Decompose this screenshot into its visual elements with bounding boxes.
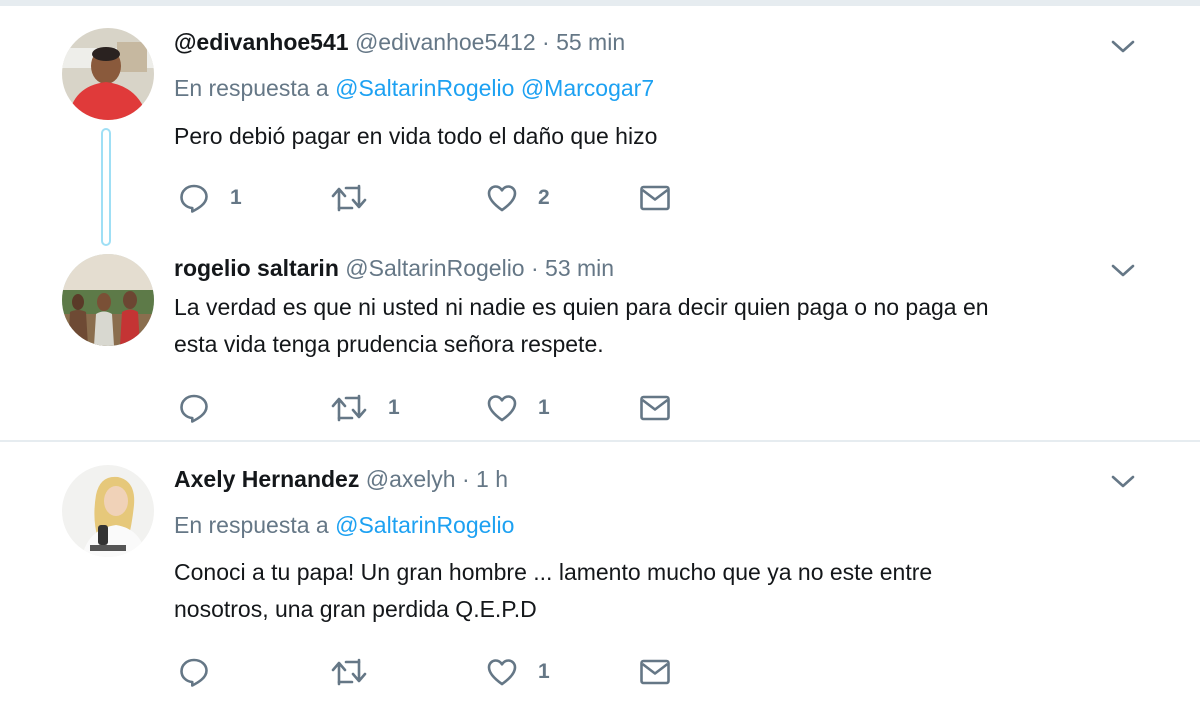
heart-icon — [487, 395, 517, 422]
like-count: 2 — [538, 186, 550, 209]
avatar[interactable] — [62, 254, 154, 346]
reply-icon — [180, 184, 208, 213]
retweet-icon — [331, 658, 367, 686]
user-handle[interactable]: @axelyh — [366, 466, 456, 492]
direct-message-button[interactable] — [639, 391, 671, 425]
reply-button[interactable] — [178, 391, 230, 425]
tweet-text-line: nosotros, una gran perdida Q.E.P.D — [174, 596, 537, 622]
separator-dot: · — [542, 29, 550, 55]
reply-icon — [180, 394, 208, 423]
tweet-text-line: Pero debió pagar en vida todo el daño qu… — [174, 123, 658, 149]
like-button[interactable]: 1 — [486, 655, 550, 689]
tweet-header: rogelio saltarin @SaltarinRogelio · 53 m… — [174, 255, 614, 282]
display-name[interactable]: rogelio saltarin — [174, 255, 339, 281]
reply-count: 1 — [230, 186, 242, 209]
timestamp[interactable]: 55 min — [556, 29, 625, 55]
retweet-icon — [331, 394, 367, 422]
tweet-text: Pero debió pagar en vida todo el daño qu… — [174, 118, 1154, 155]
tweet-text: La verdad es que ni usted ni nadie es qu… — [174, 289, 1154, 363]
retweet-button[interactable]: 1 — [330, 391, 400, 425]
reply-prefix: En respuesta a — [174, 75, 329, 101]
user-handle[interactable]: @edivanhoe5412 — [355, 29, 536, 55]
mention-link[interactable]: @SaltarinRogelio — [335, 75, 514, 101]
retweet-count: 1 — [388, 396, 400, 419]
heart-icon — [487, 659, 517, 686]
separator-dot: · — [530, 255, 539, 281]
separator-dot: · — [461, 466, 470, 492]
tweet-menu-chevron-down-icon[interactable] — [1110, 262, 1136, 280]
tweet-actions: 1 1 — [178, 391, 698, 425]
tweet-menu-chevron-down-icon[interactable] — [1110, 38, 1136, 56]
tweet-menu-chevron-down-icon[interactable] — [1110, 473, 1136, 491]
mention-link[interactable]: @Marcogar7 — [521, 75, 654, 101]
tweet-actions: 1 — [178, 655, 698, 689]
tweet-header: @edivanhoe541 @edivanhoe5412 · 55 min — [174, 29, 625, 56]
envelope-icon — [640, 659, 670, 685]
envelope-icon — [640, 185, 670, 211]
retweet-button[interactable] — [330, 181, 388, 215]
conversation-thread-line — [101, 128, 111, 246]
avatar[interactable] — [62, 465, 154, 557]
reply-icon — [180, 658, 208, 687]
mention-link[interactable]: @SaltarinRogelio — [335, 512, 514, 538]
reply-button[interactable]: 1 — [178, 181, 242, 215]
top-divider — [0, 0, 1200, 6]
reply-context: En respuesta a @SaltarinRogelio @Marcoga… — [174, 75, 654, 102]
user-handle[interactable]: @SaltarinRogelio — [345, 255, 524, 281]
direct-message-button[interactable] — [639, 655, 671, 689]
tweet-thread: @edivanhoe541 @edivanhoe5412 · 55 min En… — [0, 0, 1200, 716]
like-button[interactable]: 1 — [486, 391, 550, 425]
envelope-icon — [640, 395, 670, 421]
tweet-text-line: esta vida tenga prudencia señora respete… — [174, 331, 604, 357]
reply-prefix: En respuesta a — [174, 512, 329, 538]
tweet-text: Conoci a tu papa! Un gran hombre ... lam… — [174, 554, 1154, 628]
tweet-text-line: La verdad es que ni usted ni nadie es qu… — [174, 294, 989, 320]
timestamp[interactable]: 53 min — [545, 255, 614, 281]
heart-icon — [487, 185, 517, 212]
tweet-header: Axely Hernandez @axelyh · 1 h — [174, 466, 508, 493]
like-count: 1 — [538, 660, 550, 683]
display-name[interactable]: @edivanhoe541 — [174, 29, 349, 55]
reply-button[interactable] — [178, 655, 230, 689]
tweet-divider — [0, 440, 1200, 442]
retweet-icon — [331, 184, 367, 212]
like-count: 1 — [538, 396, 550, 419]
display-name[interactable]: Axely Hernandez — [174, 466, 359, 492]
like-button[interactable]: 2 — [486, 181, 550, 215]
retweet-button[interactable] — [330, 655, 388, 689]
reply-context: En respuesta a @SaltarinRogelio — [174, 512, 514, 539]
direct-message-button[interactable] — [639, 181, 671, 215]
tweet-actions: 1 2 — [178, 181, 698, 215]
avatar[interactable] — [62, 28, 154, 120]
timestamp[interactable]: 1 h — [476, 466, 508, 492]
tweet-text-line: Conoci a tu papa! Un gran hombre ... lam… — [174, 559, 933, 585]
